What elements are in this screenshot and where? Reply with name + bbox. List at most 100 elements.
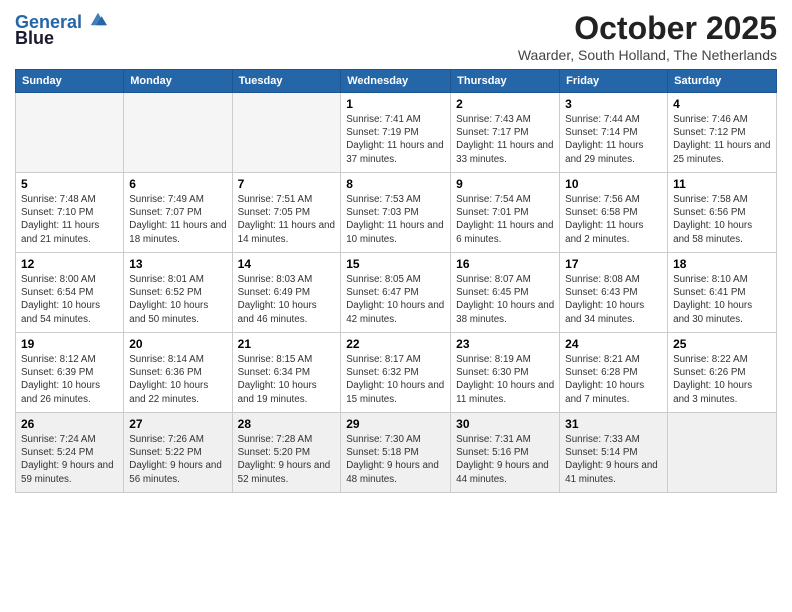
month-title: October 2025 xyxy=(518,10,777,47)
day-number: 4 xyxy=(673,97,771,111)
day-info: Sunrise: 7:48 AM Sunset: 7:10 PM Dayligh… xyxy=(21,193,118,246)
calendar-cell: 18 Sunrise: 8:10 AM Sunset: 6:41 PM Dayli… xyxy=(668,253,777,333)
calendar-header-row: SundayMondayTuesdayWednesdayThursdayFrid… xyxy=(16,70,777,93)
day-number: 8 xyxy=(346,177,445,191)
calendar-cell: 4 Sunrise: 7:46 AM Sunset: 7:12 PM Daylig… xyxy=(668,93,777,173)
calendar-cell: 16 Sunrise: 8:07 AM Sunset: 6:45 PM Dayli… xyxy=(451,253,560,333)
calendar-cell: 15Sunrise: 8:05 AM Sunset: 6:47 PM Dayli… xyxy=(341,253,451,333)
calendar-cell: 30 Sunrise: 7:31 AM Sunset: 5:16 PM Dayli… xyxy=(451,413,560,493)
day-info: Sunrise: 7:28 AM Sunset: 5:20 PM Dayligh… xyxy=(238,433,336,486)
day-number: 29 xyxy=(346,417,445,431)
day-info: Sunrise: 7:26 AM Sunset: 5:22 PM Dayligh… xyxy=(129,433,226,486)
calendar-cell: 2Sunrise: 7:43 AM Sunset: 7:17 PM Daylig… xyxy=(451,93,560,173)
calendar-cell: 31 Sunrise: 7:33 AM Sunset: 5:14 PM Dayli… xyxy=(560,413,668,493)
calendar-week-3: 19 Sunrise: 8:12 AM Sunset: 6:39 PM Dayli… xyxy=(16,333,777,413)
calendar-cell: 11 Sunrise: 7:58 AM Sunset: 6:56 PM Dayli… xyxy=(668,173,777,253)
calendar-header-saturday: Saturday xyxy=(668,70,777,93)
calendar-week-2: 12 Sunrise: 8:00 AM Sunset: 6:54 PM Dayli… xyxy=(16,253,777,333)
subtitle: Waarder, South Holland, The Netherlands xyxy=(518,47,777,63)
calendar-cell xyxy=(16,93,124,173)
calendar-cell: 26 Sunrise: 7:24 AM Sunset: 5:24 PM Dayli… xyxy=(16,413,124,493)
day-info: Sunrise: 8:22 AM Sunset: 6:26 PM Dayligh… xyxy=(673,353,771,406)
logo-icon xyxy=(89,10,107,28)
calendar-cell: 23Sunrise: 8:19 AM Sunset: 6:30 PM Dayli… xyxy=(451,333,560,413)
day-number: 30 xyxy=(456,417,554,431)
day-info: Sunrise: 8:03 AM Sunset: 6:49 PM Dayligh… xyxy=(238,273,336,326)
header: General Blue October 2025 Waarder, South… xyxy=(15,10,777,63)
day-number: 13 xyxy=(129,257,226,271)
calendar-cell xyxy=(124,93,232,173)
calendar-cell: 12 Sunrise: 8:00 AM Sunset: 6:54 PM Dayli… xyxy=(16,253,124,333)
calendar-cell: 8Sunrise: 7:53 AM Sunset: 7:03 PM Daylig… xyxy=(341,173,451,253)
day-info: Sunrise: 8:12 AM Sunset: 6:39 PM Dayligh… xyxy=(21,353,118,406)
calendar-cell: 10Sunrise: 7:56 AM Sunset: 6:58 PM Dayli… xyxy=(560,173,668,253)
day-info: Sunrise: 8:15 AM Sunset: 6:34 PM Dayligh… xyxy=(238,353,336,406)
page: General Blue October 2025 Waarder, South… xyxy=(0,0,792,612)
calendar-header-monday: Monday xyxy=(124,70,232,93)
calendar-header-thursday: Thursday xyxy=(451,70,560,93)
title-block: October 2025 Waarder, South Holland, The… xyxy=(518,10,777,63)
day-number: 12 xyxy=(21,257,118,271)
calendar-cell: 7Sunrise: 7:51 AM Sunset: 7:05 PM Daylig… xyxy=(232,173,341,253)
day-info: Sunrise: 8:21 AM Sunset: 6:28 PM Dayligh… xyxy=(565,353,662,406)
day-info: Sunrise: 7:43 AM Sunset: 7:17 PM Dayligh… xyxy=(456,113,554,166)
day-number: 10 xyxy=(565,177,662,191)
calendar-week-4: 26 Sunrise: 7:24 AM Sunset: 5:24 PM Dayli… xyxy=(16,413,777,493)
calendar-header-friday: Friday xyxy=(560,70,668,93)
day-info: Sunrise: 8:01 AM Sunset: 6:52 PM Dayligh… xyxy=(129,273,226,326)
day-info: Sunrise: 8:10 AM Sunset: 6:41 PM Dayligh… xyxy=(673,273,771,326)
day-info: Sunrise: 7:31 AM Sunset: 5:16 PM Dayligh… xyxy=(456,433,554,486)
day-number: 19 xyxy=(21,337,118,351)
calendar-cell: 25 Sunrise: 8:22 AM Sunset: 6:26 PM Dayli… xyxy=(668,333,777,413)
day-number: 6 xyxy=(129,177,226,191)
day-number: 1 xyxy=(346,97,445,111)
day-number: 18 xyxy=(673,257,771,271)
day-info: Sunrise: 7:58 AM Sunset: 6:56 PM Dayligh… xyxy=(673,193,771,246)
day-info: Sunrise: 7:33 AM Sunset: 5:14 PM Dayligh… xyxy=(565,433,662,486)
calendar-cell xyxy=(668,413,777,493)
calendar-cell: 27 Sunrise: 7:26 AM Sunset: 5:22 PM Dayli… xyxy=(124,413,232,493)
day-info: Sunrise: 7:44 AM Sunset: 7:14 PM Dayligh… xyxy=(565,113,662,166)
calendar-cell: 19 Sunrise: 8:12 AM Sunset: 6:39 PM Dayli… xyxy=(16,333,124,413)
calendar-header-tuesday: Tuesday xyxy=(232,70,341,93)
calendar-week-0: 1 Sunrise: 7:41 AM Sunset: 7:19 PM Daylig… xyxy=(16,93,777,173)
day-number: 31 xyxy=(565,417,662,431)
day-info: Sunrise: 7:41 AM Sunset: 7:19 PM Dayligh… xyxy=(346,113,445,166)
day-number: 21 xyxy=(238,337,336,351)
day-number: 15 xyxy=(346,257,445,271)
day-number: 7 xyxy=(238,177,336,191)
calendar-header-wednesday: Wednesday xyxy=(341,70,451,93)
calendar-cell: 29Sunrise: 7:30 AM Sunset: 5:18 PM Dayli… xyxy=(341,413,451,493)
calendar-cell xyxy=(232,93,341,173)
day-number: 14 xyxy=(238,257,336,271)
calendar-cell: 6 Sunrise: 7:49 AM Sunset: 7:07 PM Daylig… xyxy=(124,173,232,253)
day-info: Sunrise: 8:08 AM Sunset: 6:43 PM Dayligh… xyxy=(565,273,662,326)
day-number: 24 xyxy=(565,337,662,351)
calendar-cell: 14 Sunrise: 8:03 AM Sunset: 6:49 PM Dayli… xyxy=(232,253,341,333)
day-info: Sunrise: 7:24 AM Sunset: 5:24 PM Dayligh… xyxy=(21,433,118,486)
day-number: 25 xyxy=(673,337,771,351)
day-info: Sunrise: 8:17 AM Sunset: 6:32 PM Dayligh… xyxy=(346,353,445,406)
day-info: Sunrise: 7:54 AM Sunset: 7:01 PM Dayligh… xyxy=(456,193,554,246)
calendar-cell: 3 Sunrise: 7:44 AM Sunset: 7:14 PM Daylig… xyxy=(560,93,668,173)
day-number: 23 xyxy=(456,337,554,351)
day-number: 26 xyxy=(21,417,118,431)
calendar-cell: 17 Sunrise: 8:08 AM Sunset: 6:43 PM Dayli… xyxy=(560,253,668,333)
day-info: Sunrise: 8:07 AM Sunset: 6:45 PM Dayligh… xyxy=(456,273,554,326)
calendar-cell: 21 Sunrise: 8:15 AM Sunset: 6:34 PM Dayli… xyxy=(232,333,341,413)
calendar-cell: 24 Sunrise: 8:21 AM Sunset: 6:28 PM Dayli… xyxy=(560,333,668,413)
day-info: Sunrise: 7:49 AM Sunset: 7:07 PM Dayligh… xyxy=(129,193,226,246)
calendar-week-1: 5Sunrise: 7:48 AM Sunset: 7:10 PM Daylig… xyxy=(16,173,777,253)
day-number: 22 xyxy=(346,337,445,351)
day-number: 27 xyxy=(129,417,226,431)
day-number: 3 xyxy=(565,97,662,111)
day-number: 11 xyxy=(673,177,771,191)
calendar-cell: 22 Sunrise: 8:17 AM Sunset: 6:32 PM Dayli… xyxy=(341,333,451,413)
day-number: 20 xyxy=(129,337,226,351)
day-info: Sunrise: 8:00 AM Sunset: 6:54 PM Dayligh… xyxy=(21,273,118,326)
day-number: 16 xyxy=(456,257,554,271)
day-info: Sunrise: 7:46 AM Sunset: 7:12 PM Dayligh… xyxy=(673,113,771,166)
logo: General Blue xyxy=(15,10,107,49)
day-number: 17 xyxy=(565,257,662,271)
calendar-body: 1 Sunrise: 7:41 AM Sunset: 7:19 PM Daylig… xyxy=(16,93,777,493)
